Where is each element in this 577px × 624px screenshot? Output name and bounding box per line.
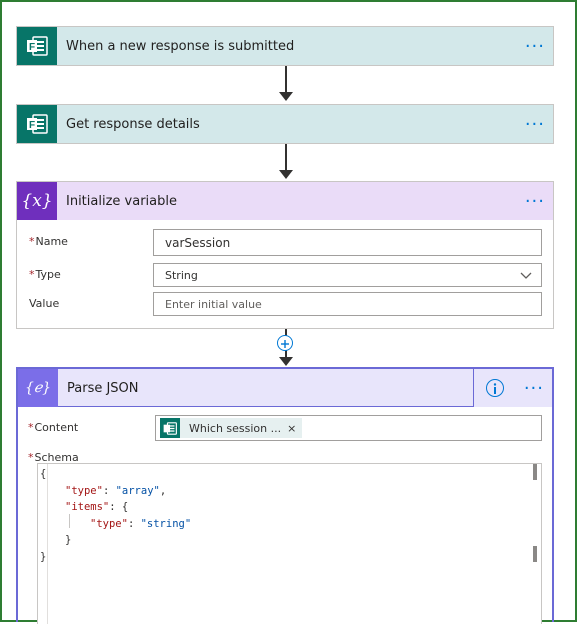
required-marker: *	[28, 421, 34, 434]
forms-icon: F	[17, 27, 57, 65]
name-input-value: varSession	[165, 235, 231, 250]
name-input[interactable]: varSession	[153, 229, 542, 256]
value-field-label: Value	[29, 297, 59, 310]
init-variable-card-header[interactable]: {x} Initialize variable ···	[17, 182, 553, 220]
code-line-3: "items": {	[65, 501, 129, 513]
type-label-text: Type	[35, 268, 61, 281]
parse-json-more-menu-button[interactable]: ···	[524, 369, 544, 407]
forms-icon: F	[17, 105, 57, 143]
get-details-more-menu-button[interactable]: ···	[525, 105, 545, 143]
code-line-6: }	[40, 550, 47, 563]
value-input[interactable]: Enter initial value	[153, 292, 542, 316]
init-variable-more-menu-button[interactable]: ···	[525, 182, 545, 220]
indent-guide	[69, 514, 70, 528]
svg-text:F: F	[29, 120, 35, 131]
add-step-button[interactable]	[277, 335, 293, 351]
required-marker: *	[28, 451, 34, 464]
get-details-card-header[interactable]: F Get response details ···	[17, 105, 553, 143]
connector-3-arrowhead	[279, 357, 293, 366]
required-marker: *	[29, 235, 35, 248]
info-icon	[493, 382, 497, 394]
type-dropdown[interactable]: String	[153, 263, 542, 287]
plus-icon	[281, 340, 289, 348]
schema-editor[interactable]: { "type": "array", "items": { "type": "s…	[37, 463, 542, 624]
content-input[interactable]: Which session ... ×	[155, 415, 542, 441]
value-input-placeholder: Enter initial value	[165, 297, 262, 311]
trigger-card[interactable]: F When a new response is submitted ···	[16, 26, 554, 66]
info-button[interactable]	[486, 379, 504, 397]
connector-1-arrowhead	[279, 92, 293, 101]
code-line-4: "type": "string"	[90, 517, 192, 530]
dynamic-content-token[interactable]: Which session ... ×	[160, 418, 303, 438]
trigger-title: When a new response is submitted	[66, 38, 295, 54]
code-line-1: {	[40, 468, 47, 480]
required-marker: *	[29, 268, 35, 281]
code-line-5: }	[65, 534, 72, 546]
content-label-text: Content	[34, 421, 79, 434]
json-icon: {ℯ}	[18, 369, 58, 407]
title-edit-underline	[58, 369, 474, 407]
init-variable-title: Initialize variable	[66, 193, 177, 209]
connector-2-arrowhead	[279, 170, 293, 179]
get-details-title: Get response details	[66, 116, 200, 132]
name-label-text: Name	[35, 235, 68, 248]
editor-scrollbar-thumb[interactable]	[533, 546, 537, 562]
editor-scrollbar[interactable]	[533, 464, 537, 480]
remove-token-icon[interactable]: ×	[287, 422, 302, 435]
forms-token-icon	[160, 418, 180, 438]
parse-json-card-header[interactable]: {ℯ} Parse JSON ···	[18, 369, 552, 407]
forms-logo-icon: F	[27, 114, 48, 134]
name-field-label: *Name	[29, 235, 68, 248]
chevron-down-icon	[520, 272, 532, 279]
code-line-2: "type": "array",	[65, 484, 167, 497]
value-label-text: Value	[29, 297, 60, 310]
forms-logo-icon	[163, 421, 177, 435]
connector-1	[285, 66, 287, 94]
type-field-label: *Type	[29, 268, 61, 281]
content-field-label: *Content	[28, 421, 78, 434]
schema-code[interactable]: { "type": "array", "items": { "type": "s…	[40, 466, 191, 565]
parse-json-card[interactable]: {ℯ} Parse JSON ··· *Content Which sessio…	[16, 367, 554, 624]
forms-logo-icon: F	[27, 36, 48, 56]
init-variable-card[interactable]: {x} Initialize variable ··· *Name varSes…	[16, 181, 554, 329]
trigger-card-header[interactable]: F When a new response is submitted ···	[17, 27, 553, 65]
svg-text:F: F	[29, 42, 35, 53]
trigger-more-menu-button[interactable]: ···	[525, 27, 545, 65]
connector-2	[285, 144, 287, 172]
token-label: Which session ...	[189, 421, 282, 435]
get-details-card[interactable]: F Get response details ···	[16, 104, 554, 144]
type-dropdown-value: String	[165, 268, 198, 282]
variable-icon: {x}	[17, 182, 57, 220]
